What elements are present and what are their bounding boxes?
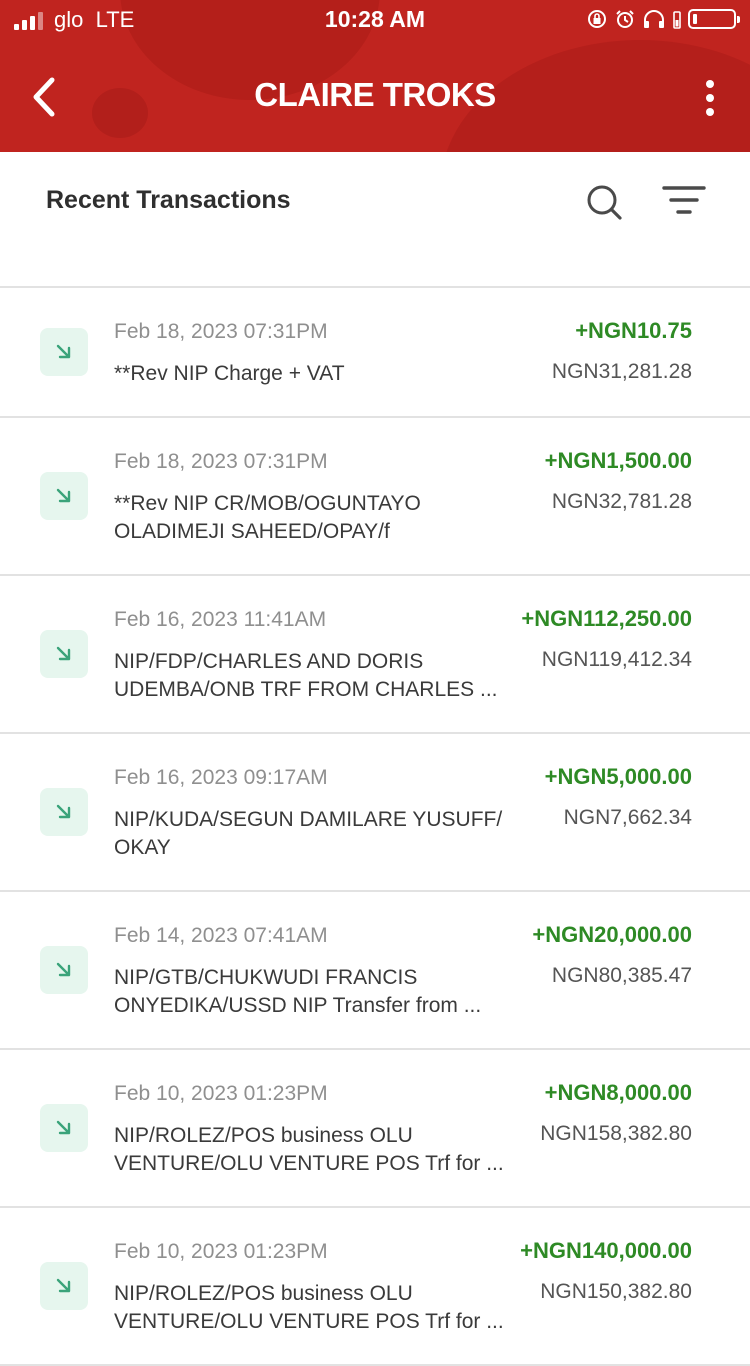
description-line: **Rev NIP Charge + VAT bbox=[114, 362, 345, 385]
more-options-button[interactable] bbox=[698, 76, 722, 120]
description-line: **Rev NIP CR/MOB/OGUNTAYO bbox=[114, 492, 421, 515]
transaction-description: NIP/ROLEZ/POS business OLU VENTURE/OLU V… bbox=[114, 1122, 524, 1178]
transaction-description: **Rev NIP CR/MOB/OGUNTAYO OLADIMEJI SAHE… bbox=[114, 490, 524, 546]
transaction-row[interactable]: Feb 10, 2023 01:23PM NIP/ROLEZ/POS busin… bbox=[0, 1208, 750, 1366]
transaction-date: Feb 16, 2023 11:41AM bbox=[114, 608, 327, 631]
transaction-row[interactable]: Feb 10, 2023 01:23PM NIP/ROLEZ/POS busin… bbox=[0, 1050, 750, 1208]
transaction-amount: +NGN10.75 bbox=[575, 318, 692, 343]
description-line: UDEMBA/ONB TRF FROM CHARLES ... bbox=[114, 678, 498, 701]
transaction-date: Feb 14, 2023 07:41AM bbox=[114, 924, 328, 947]
transaction-balance: NGN150,382.80 bbox=[540, 1280, 692, 1303]
incoming-arrow-icon bbox=[40, 1262, 88, 1310]
transaction-amount: +NGN1,500.00 bbox=[544, 448, 692, 473]
alarm-icon bbox=[616, 10, 634, 28]
app-header: glo LTE 10:28 AM CLAIRE TROKS bbox=[0, 0, 750, 152]
incoming-arrow-icon bbox=[40, 788, 88, 836]
transaction-row[interactable]: Feb 14, 2023 07:41AM NIP/GTB/CHUKWUDI FR… bbox=[0, 892, 750, 1050]
filter-icon bbox=[662, 186, 706, 214]
status-icons bbox=[586, 8, 740, 30]
status-bar: glo LTE 10:28 AM bbox=[0, 0, 750, 40]
transactions-toolbar: Recent Transactions bbox=[0, 152, 750, 286]
transaction-balance: NGN32,781.28 bbox=[551, 490, 692, 513]
transaction-balance: NGN7,662.34 bbox=[563, 806, 692, 829]
transaction-description: NIP/ROLEZ/POS business OLU VENTURE/OLU V… bbox=[114, 1280, 524, 1336]
transaction-date: Feb 16, 2023 09:17AM bbox=[114, 766, 328, 789]
rotation-lock-icon bbox=[588, 10, 606, 28]
incoming-arrow-icon bbox=[40, 472, 88, 520]
battery-icon bbox=[688, 9, 740, 29]
description-line: VENTURE/OLU VENTURE POS Trf for ... bbox=[114, 1152, 504, 1175]
description-line: NIP/KUDA/SEGUN DAMILARE YUSUFF/ bbox=[114, 808, 503, 831]
incoming-arrow-icon bbox=[40, 1104, 88, 1152]
description-line: NIP/FDP/CHARLES AND DORIS bbox=[114, 650, 424, 673]
transaction-date: Feb 18, 2023 07:31PM bbox=[114, 320, 328, 343]
transaction-date: Feb 10, 2023 01:23PM bbox=[114, 1240, 328, 1263]
transaction-amount: +NGN20,000.00 bbox=[532, 922, 692, 947]
transaction-balance: NGN119,412.34 bbox=[541, 648, 692, 671]
transaction-amount: +NGN112,250.00 bbox=[521, 606, 692, 631]
page-title: CLAIRE TROKS bbox=[254, 76, 496, 113]
transaction-balance: NGN31,281.28 bbox=[551, 360, 692, 383]
transaction-balance: NGN80,385.47 bbox=[551, 964, 692, 987]
transaction-description: **Rev NIP Charge + VAT bbox=[114, 360, 524, 388]
transaction-date: Feb 10, 2023 01:23PM bbox=[114, 1082, 328, 1105]
description-line: VENTURE/OLU VENTURE POS Trf for ... bbox=[114, 1310, 504, 1333]
transaction-description: NIP/FDP/CHARLES AND DORIS UDEMBA/ONB TRF… bbox=[114, 648, 524, 704]
transactions-list: Feb 18, 2023 07:31PM **Rev NIP Charge + … bbox=[0, 288, 750, 1366]
more-vertical-icon bbox=[706, 80, 714, 88]
transaction-row[interactable]: Feb 16, 2023 09:17AM NIP/KUDA/SEGUN DAMI… bbox=[0, 734, 750, 892]
transaction-description: NIP/GTB/CHUKWUDI FRANCIS ONYEDIKA/USSD N… bbox=[114, 964, 524, 1020]
filter-button[interactable] bbox=[662, 182, 706, 222]
description-line: ONYEDIKA/USSD NIP Transfer from ... bbox=[114, 994, 482, 1017]
headphones-icon bbox=[644, 10, 664, 28]
transaction-amount: +NGN140,000.00 bbox=[520, 1238, 692, 1263]
description-line: NIP/ROLEZ/POS business OLU bbox=[114, 1282, 413, 1305]
transaction-date: Feb 18, 2023 07:31PM bbox=[114, 450, 328, 473]
transaction-row[interactable]: Feb 18, 2023 07:31PM **Rev NIP Charge + … bbox=[0, 288, 750, 418]
incoming-arrow-icon bbox=[40, 328, 88, 376]
transaction-amount: +NGN5,000.00 bbox=[544, 764, 692, 789]
description-line: NIP/GTB/CHUKWUDI FRANCIS bbox=[114, 966, 418, 989]
search-button[interactable] bbox=[584, 182, 624, 222]
transaction-amount: +NGN8,000.00 bbox=[544, 1080, 692, 1105]
transaction-row[interactable]: Feb 16, 2023 11:41AM NIP/FDP/CHARLES AND… bbox=[0, 576, 750, 734]
transaction-row[interactable]: Feb 18, 2023 07:31PM **Rev NIP CR/MOB/OG… bbox=[0, 418, 750, 576]
incoming-arrow-icon bbox=[40, 630, 88, 678]
description-line: OKAY bbox=[114, 836, 171, 859]
description-line: OLADIMEJI SAHEED/OPAY/f bbox=[114, 520, 390, 543]
section-title: Recent Transactions bbox=[46, 186, 291, 214]
headphone-battery-icon bbox=[673, 11, 681, 29]
transaction-description: NIP/KUDA/SEGUN DAMILARE YUSUFF/ OKAY bbox=[114, 806, 524, 862]
transaction-balance: NGN158,382.80 bbox=[540, 1122, 692, 1145]
incoming-arrow-icon bbox=[40, 946, 88, 994]
description-line: NIP/ROLEZ/POS business OLU bbox=[114, 1124, 413, 1147]
search-icon bbox=[587, 185, 622, 220]
